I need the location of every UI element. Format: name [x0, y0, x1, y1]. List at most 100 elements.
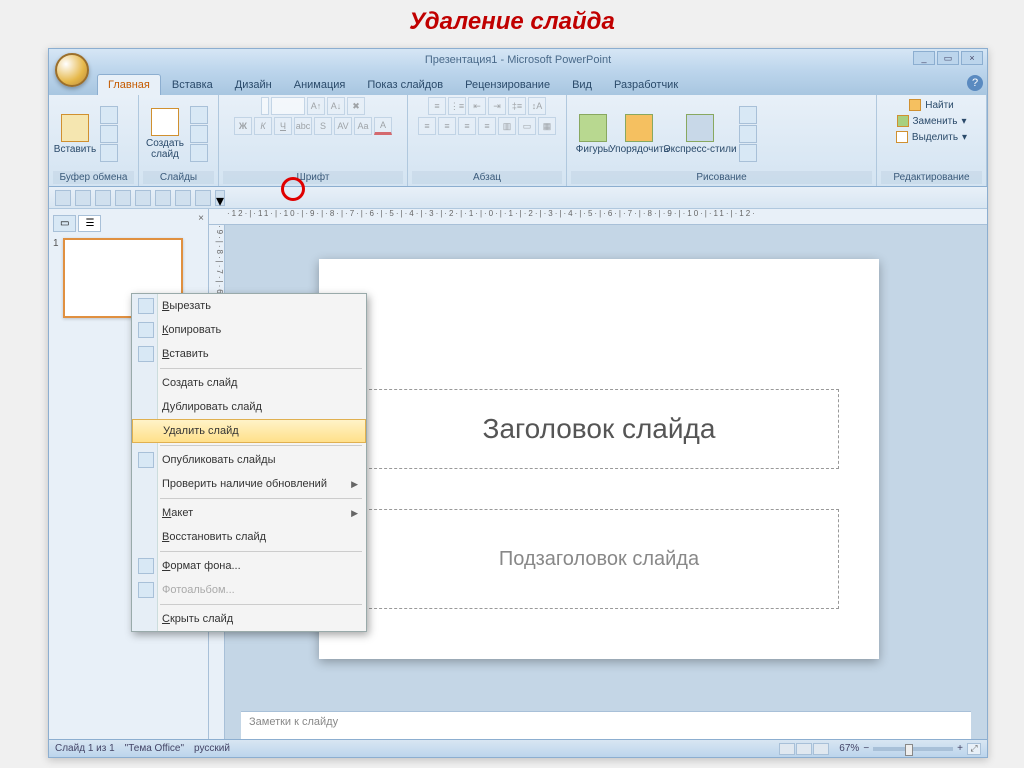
tab-view[interactable]: Вид [561, 74, 603, 95]
context-menu-item-5[interactable]: Дублировать слайд [132, 395, 366, 419]
view-normal-icon[interactable] [779, 743, 795, 755]
qat-icon-6[interactable] [155, 190, 171, 206]
align-right-icon[interactable]: ≡ [458, 117, 476, 135]
delete-slide-icon[interactable] [190, 144, 208, 162]
shape-effects-icon[interactable] [739, 144, 757, 162]
context-menu-item-17[interactable]: Скрыть слайд [132, 607, 366, 631]
context-menu-item-12[interactable]: Восстановить слайд [132, 525, 366, 549]
underline-icon[interactable]: Ч [274, 117, 292, 135]
fit-window-icon[interactable]: ⤢ [967, 743, 981, 755]
align-text-icon[interactable]: ▭ [518, 117, 536, 135]
qat-icon-8[interactable] [195, 190, 211, 206]
context-menu-item-9[interactable]: Проверить наличие обновлений▶ [132, 472, 366, 496]
font-family-combo[interactable] [261, 97, 269, 115]
justify-icon[interactable]: ≡ [478, 117, 496, 135]
context-menu-item-4[interactable]: Создать слайд [132, 371, 366, 395]
context-menu-item-11[interactable]: Макет▶ [132, 501, 366, 525]
smartart-icon[interactable]: ▦ [538, 117, 556, 135]
qat-icon-5[interactable] [135, 190, 151, 206]
new-slide-button[interactable]: Создать слайд [143, 101, 187, 167]
qat-more-icon[interactable]: ▾ [215, 190, 225, 206]
case-icon[interactable]: Aa [354, 117, 372, 135]
copy-icon[interactable] [100, 125, 118, 143]
find-button[interactable]: Найти [905, 97, 958, 113]
clear-format-icon[interactable]: ✖ [347, 97, 365, 115]
qat-icon-7[interactable] [175, 190, 191, 206]
view-slideshow-icon[interactable] [813, 743, 829, 755]
zoom-slider[interactable] [873, 747, 953, 751]
qat-redo-icon[interactable] [95, 190, 111, 206]
notes-field[interactable]: Заметки к слайду [241, 711, 971, 739]
grow-font-icon[interactable]: A↑ [307, 97, 325, 115]
tab-animation[interactable]: Анимация [283, 74, 357, 95]
context-menu-label: Скрыть слайд [162, 613, 233, 625]
panel-close-icon[interactable]: × [198, 213, 204, 224]
line-spacing-icon[interactable]: ‡≡ [508, 97, 526, 115]
text-direction-icon[interactable]: ↕A [528, 97, 546, 115]
shape-outline-icon[interactable] [739, 125, 757, 143]
quick-styles-button[interactable]: Экспресс-стили [663, 101, 737, 167]
shapes-label: Фигуры [576, 144, 610, 155]
shrink-font-icon[interactable]: A↓ [327, 97, 345, 115]
bullets-icon[interactable]: ≡ [428, 97, 446, 115]
close-button[interactable]: × [961, 51, 983, 65]
strike-icon[interactable]: abc [294, 117, 312, 135]
align-center-icon[interactable]: ≡ [438, 117, 456, 135]
context-menu-item-14[interactable]: Формат фона... [132, 554, 366, 578]
select-button[interactable]: Выделить ▾ [892, 129, 971, 145]
slide-canvas[interactable]: Заголовок слайда Подзаголовок слайда [319, 259, 879, 659]
titlebar: Презентация1 - Microsoft PowerPoint _ ▭ … [49, 49, 987, 71]
tab-design[interactable]: Дизайн [224, 74, 283, 95]
maximize-button[interactable]: ▭ [937, 51, 959, 65]
panel-tab-slides[interactable]: ▭ [53, 215, 76, 232]
shapes-button[interactable]: Фигуры [571, 101, 615, 167]
help-icon[interactable]: ? [967, 75, 983, 91]
panel-tab-outline[interactable]: ☰ [78, 215, 101, 232]
shadow-icon[interactable]: S [314, 117, 332, 135]
status-language[interactable]: русский [194, 743, 230, 754]
minimize-button[interactable]: _ [913, 51, 935, 65]
indent-inc-icon[interactable]: ⇥ [488, 97, 506, 115]
spacing-icon[interactable]: AV [334, 117, 352, 135]
tab-insert[interactable]: Вставка [161, 74, 224, 95]
columns-icon[interactable]: ▥ [498, 117, 516, 135]
zoom-out-icon[interactable]: − [863, 743, 869, 754]
align-left-icon[interactable]: ≡ [418, 117, 436, 135]
qat-icon-4[interactable] [115, 190, 131, 206]
indent-dec-icon[interactable]: ⇤ [468, 97, 486, 115]
shape-fill-icon[interactable] [739, 106, 757, 124]
tab-developer[interactable]: Разработчик [603, 74, 689, 95]
format-painter-icon[interactable] [100, 144, 118, 162]
reset-icon[interactable] [190, 125, 208, 143]
view-sorter-icon[interactable] [796, 743, 812, 755]
context-menu-label: Вырезать [162, 300, 211, 312]
replace-button[interactable]: Заменить ▾ [893, 113, 971, 129]
subtitle-placeholder[interactable]: Подзаголовок слайда [359, 509, 839, 609]
italic-icon[interactable]: К [254, 117, 272, 135]
title-placeholder[interactable]: Заголовок слайда [359, 389, 839, 469]
tab-slideshow[interactable]: Показ слайдов [356, 74, 454, 95]
cut-icon[interactable] [100, 106, 118, 124]
font-color-icon[interactable]: A [374, 117, 392, 135]
arrange-button[interactable]: Упорядочить [617, 101, 661, 167]
context-menu-label: Вставить [162, 348, 209, 360]
context-menu-item-8[interactable]: Опубликовать слайды [132, 448, 366, 472]
zoom-in-icon[interactable]: + [957, 743, 963, 754]
tab-review[interactable]: Рецензирование [454, 74, 561, 95]
qat-save-icon[interactable] [55, 190, 71, 206]
qat-undo-icon[interactable] [75, 190, 91, 206]
tab-home[interactable]: Главная [97, 74, 161, 95]
layout-icon[interactable] [190, 106, 208, 124]
ribbon: Вставить Буфер обмена Создать слайд [49, 95, 987, 187]
font-size-combo[interactable] [271, 97, 305, 115]
office-button[interactable] [55, 53, 89, 87]
group-slides-label: Слайды [143, 171, 214, 184]
context-menu-item-0[interactable]: Вырезать [132, 294, 366, 318]
paste-button[interactable]: Вставить [53, 101, 97, 167]
zoom-level[interactable]: 67% [839, 743, 859, 754]
context-menu-item-1[interactable]: Копировать [132, 318, 366, 342]
numbering-icon[interactable]: ⋮≡ [448, 97, 466, 115]
context-menu-item-2[interactable]: Вставить [132, 342, 366, 366]
bold-icon[interactable]: Ж [234, 117, 252, 135]
context-menu-item-6[interactable]: Удалить слайд [132, 419, 366, 443]
